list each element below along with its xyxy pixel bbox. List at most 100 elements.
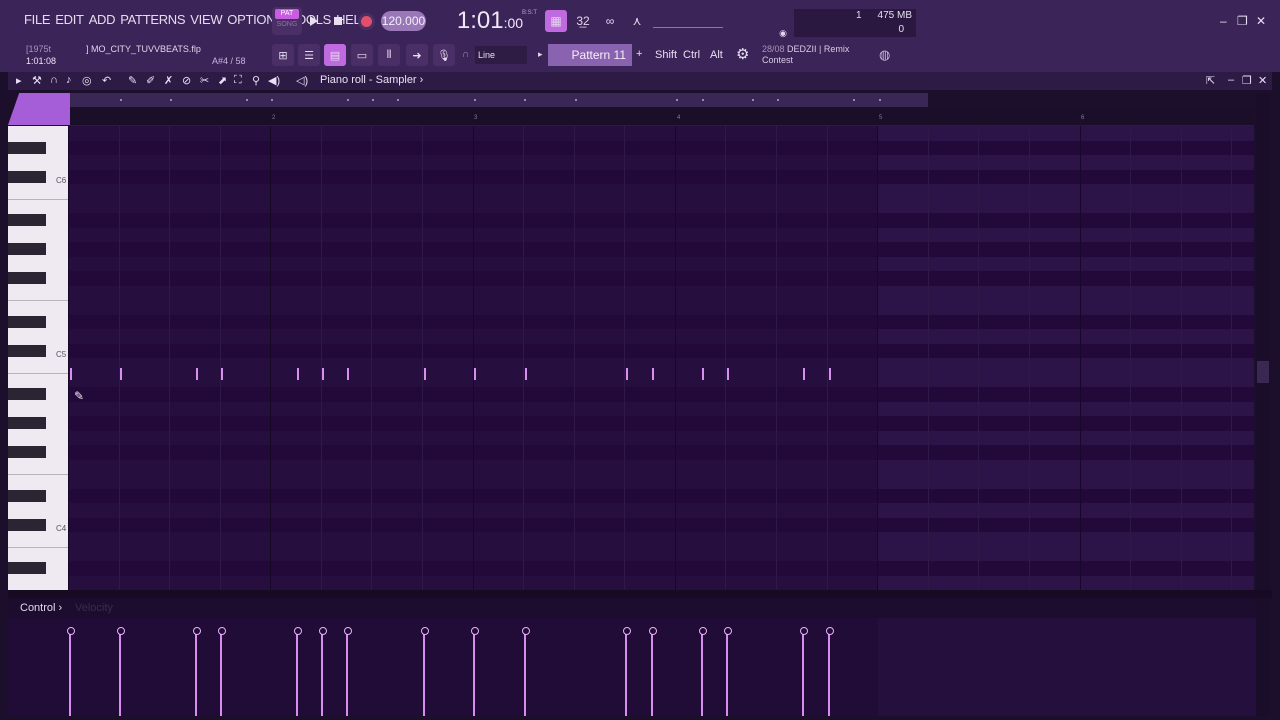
playback-icon[interactable]: ◀) [268,74,280,87]
tempo-display[interactable]: 120.000 [381,11,426,31]
velocity-bar[interactable] [699,627,707,716]
panel-splitter[interactable] [8,590,1272,598]
loop-record-icon[interactable]: ∞ [599,10,621,32]
marquee-icon[interactable]: ⛶ [234,74,242,87]
vertical-scrollbar[interactable] [1256,93,1270,590]
black-key[interactable] [8,562,46,574]
pr-maximize-icon[interactable]: ❐ [1242,74,1252,87]
piano-roll-icon[interactable]: ▤ [324,44,346,66]
velocity-bar[interactable] [623,627,631,716]
pattern-selector[interactable]: Pattern 11 [548,44,632,66]
note-icon[interactable]: ♪ [66,74,72,86]
velocity-bar[interactable] [117,627,125,716]
ctrl-key[interactable]: Ctrl [683,44,700,66]
note[interactable] [652,368,654,380]
pencil-icon[interactable]: ✎ [128,74,137,87]
note-grid[interactable] [68,126,1254,590]
scrollbar-thumb[interactable] [1257,361,1269,383]
time-ruler[interactable]: 2 3 4 5 6 [70,108,1254,126]
note[interactable] [322,368,324,380]
note[interactable] [702,368,704,380]
master-pitch-slider[interactable] [653,14,723,28]
note[interactable] [297,368,299,380]
velocity-bar[interactable] [421,627,429,716]
menu-edit[interactable]: EDIT [55,12,84,27]
eye-icon[interactable]: ◉ [772,22,794,44]
black-key[interactable] [8,243,46,255]
velocity-bar[interactable] [319,627,327,716]
paint-icon[interactable]: ✐ [146,74,155,87]
black-key[interactable] [8,344,46,357]
velocity-bar[interactable] [800,627,808,716]
note[interactable] [803,368,805,380]
pr-minimize-icon[interactable]: – [1228,74,1234,86]
minimize-icon[interactable]: – [1220,14,1227,28]
black-key[interactable] [8,417,46,429]
time-overview[interactable] [70,93,928,107]
magnet-snap-icon[interactable]: ∩ [50,74,58,86]
note[interactable] [829,368,831,380]
control-label[interactable]: Control › [20,602,62,614]
velocity-bar[interactable] [344,627,352,716]
menu-view[interactable]: VIEW [190,12,222,27]
arrow-right-icon[interactable]: ➜ [406,44,428,66]
mute-icon[interactable]: ⊘ [182,74,191,87]
play-button[interactable] [303,10,325,32]
channel-rack-icon[interactable]: ☰ [298,44,320,66]
note[interactable] [196,368,198,380]
globe-icon[interactable]: ◍ [879,47,890,63]
black-key[interactable] [8,141,46,154]
velocity-scrollbar[interactable] [1256,598,1270,716]
velocity-lane[interactable] [8,618,1258,716]
close-icon[interactable]: ✕ [1256,14,1266,28]
black-key[interactable] [8,518,46,531]
black-key[interactable] [8,315,46,328]
microphone-icon[interactable]: 🎙 [433,44,455,66]
velocity-bar[interactable] [471,627,479,716]
note[interactable] [474,368,476,380]
news-panel[interactable]: 28/08 DEDZII | Remix Contest [762,44,849,66]
velocity-bar[interactable] [649,627,657,716]
metronome-icon[interactable]: ⋏ [626,10,648,32]
piano-keyboard[interactable]: C6 C5 C4 [8,126,68,590]
tool-corner[interactable] [8,93,70,125]
black-key[interactable] [8,388,46,400]
menu-file[interactable]: FILE [24,12,51,27]
options-arrow-icon[interactable]: ▸ [16,74,22,87]
pattern-prev-icon[interactable]: ▸ [538,49,543,60]
note[interactable] [120,368,122,380]
pr-close-icon[interactable]: ✕ [1258,74,1267,87]
slice-icon[interactable]: ✂ [200,74,209,87]
playlist-icon[interactable]: ⊞ [272,44,294,66]
shift-key[interactable]: Shift [655,44,677,66]
restore-icon[interactable]: ❐ [1237,14,1248,28]
black-key[interactable] [8,272,46,284]
velocity-bar[interactable] [67,627,75,716]
menu-patterns[interactable]: PATTERNS [120,12,185,27]
stop-button[interactable] [327,10,349,32]
browser-icon[interactable]: ▭ [351,44,373,66]
add-pattern-icon[interactable]: + [636,48,642,60]
pat-song-toggle[interactable]: PAT SONG [272,7,302,35]
news-icon[interactable]: ⚙ [736,45,749,63]
velocity-bar[interactable] [193,627,201,716]
note[interactable] [626,368,628,380]
stamp-icon[interactable]: ◎ [82,74,92,87]
note[interactable] [221,368,223,380]
mixer-icon[interactable]: ⫴ [378,44,400,66]
menu-add[interactable]: ADD [89,12,116,27]
zoom-icon[interactable]: ⚲ [252,74,260,87]
snap-select[interactable]: Line [475,46,527,64]
black-key[interactable] [8,489,46,502]
countdown-icon[interactable]: 3̲2 [572,10,594,32]
wrench-icon[interactable]: ⚒ [32,74,42,87]
detach-icon[interactable]: ⇱ [1206,74,1215,87]
speaker-icon[interactable]: ◁) [296,74,308,87]
black-key[interactable] [8,214,46,226]
note[interactable] [70,368,72,380]
velocity-bar[interactable] [826,627,834,716]
typing-keyboard-icon[interactable]: ▦ [545,10,567,32]
select-icon[interactable]: ⬈ [218,74,227,87]
note[interactable] [424,368,426,380]
note[interactable] [525,368,527,380]
